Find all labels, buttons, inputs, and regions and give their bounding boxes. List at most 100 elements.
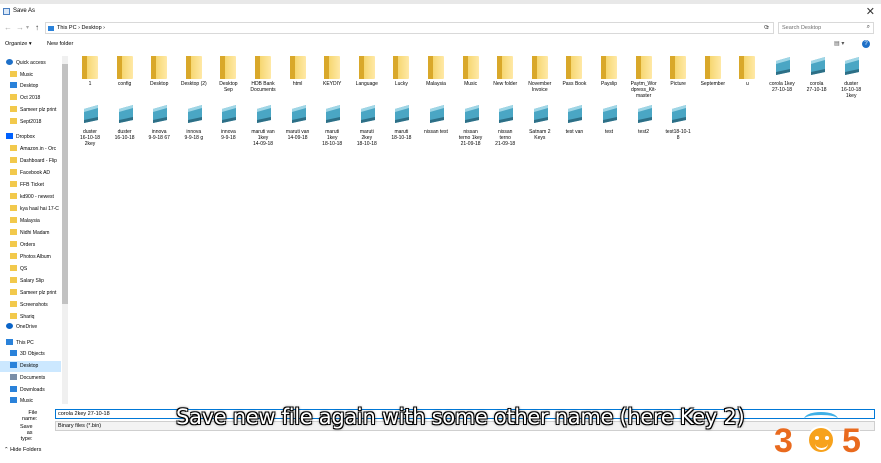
bin-file-item[interactable]: test2 <box>626 104 662 135</box>
folder-icon <box>255 56 271 79</box>
folder-item[interactable]: Pass Book <box>556 56 592 87</box>
folder-item[interactable]: KEYDIY <box>314 56 350 87</box>
folder-icon <box>10 169 17 175</box>
folder-item[interactable]: Music <box>453 56 489 87</box>
refresh-icon[interactable]: ⟳ <box>764 24 769 31</box>
sidebar-item-label: Desktop <box>20 363 39 369</box>
view-options-icon[interactable]: ▤ ▾ <box>834 40 844 47</box>
bin-file-item[interactable]: test <box>591 104 627 135</box>
bin-file-item[interactable]: test18-10-1 8 <box>660 104 696 141</box>
sidebar-item[interactable]: QS <box>0 264 61 275</box>
bin-file-item[interactable]: maruti 18-10-18 <box>383 104 419 141</box>
bin-file-item[interactable]: nissan terno 1key 21-09-18 <box>453 104 489 148</box>
bin-file-item[interactable]: nissan test <box>418 104 454 135</box>
forward-arrow-icon[interactable]: → <box>16 23 24 32</box>
bin-file-item[interactable]: maruti van 14-09-18 <box>280 104 316 141</box>
bin-file-item[interactable]: innova 9-9-18 <box>210 104 246 141</box>
sidebar-item[interactable]: kd900 - newest <box>0 192 61 203</box>
navigation-pane[interactable]: Quick access Music Desktop Oct 2018 Sameer p… <box>0 56 68 404</box>
bin-file-item[interactable]: duster 16-10-18 2key <box>72 104 108 148</box>
sidebar-item[interactable]: Malaysia <box>0 216 61 227</box>
bin-file-item[interactable]: maruti van 1key 14-09-18 <box>245 104 281 148</box>
folder-item[interactable]: November Invoice <box>522 56 558 93</box>
sidebar-item[interactable]: kya haal hai 17-C <box>0 204 61 215</box>
bin-file-item[interactable]: maruti 1key 18-10-18 <box>314 104 350 148</box>
bin-file-item[interactable]: innova 9-9-18 g <box>176 104 212 141</box>
folder-item[interactable]: u <box>729 56 765 87</box>
bin-file-item[interactable]: duster 16-10-18 <box>107 104 143 141</box>
sidebar-item[interactable]: Screenshots <box>0 300 61 311</box>
nav-scroll-thumb[interactable] <box>62 64 68 304</box>
sidebar-item[interactable]: Photos Album <box>0 252 61 263</box>
bin-file-item[interactable]: innova 9-9-18 67 <box>141 104 177 141</box>
bin-file-icon <box>117 104 133 127</box>
sidebar-item[interactable]: FFB Ticket <box>0 180 61 191</box>
sidebar-item[interactable]: Facebook AD <box>0 168 61 179</box>
address-field[interactable]: This PC › Desktop › ⌄ <box>45 22 774 34</box>
window-title: Save As <box>13 8 36 14</box>
sidebar-item[interactable]: Oct 2018 <box>0 93 61 104</box>
breadcrumb[interactable]: This PC › Desktop › <box>57 25 105 31</box>
organize-button[interactable]: Organize ▾ <box>5 41 32 47</box>
bin-file-icon <box>82 104 98 127</box>
folder-item[interactable]: Desktop <box>141 56 177 87</box>
folder-item[interactable]: HDB Bank Documents <box>245 56 281 93</box>
search-input[interactable]: Search Desktop ⌕ <box>778 22 874 34</box>
hide-folders-button[interactable]: ⌃ Hide Folders <box>4 447 41 453</box>
bin-file-item[interactable]: test van <box>556 104 592 135</box>
sidebar-item[interactable]: Dropbox <box>0 132 61 143</box>
file-list[interactable]: 1 config Desktop Desktop (2) Desktop Sep HDB … <box>72 54 872 404</box>
sidebar-item[interactable]: Music <box>0 396 61 404</box>
sidebar-item[interactable]: Documents <box>0 373 61 384</box>
folder-item[interactable]: Language <box>349 56 385 87</box>
folder-item[interactable]: September <box>695 56 731 87</box>
sidebar-item[interactable]: Desktop <box>0 81 61 92</box>
new-folder-button[interactable]: New folder <box>47 41 73 47</box>
file-label: Desktop Sep <box>219 81 238 94</box>
sidebar-item[interactable]: Downloads <box>0 385 61 396</box>
sidebar-item[interactable]: Sameer plz print <box>0 105 61 116</box>
sidebar-item[interactable]: Salary Slip <box>0 276 61 287</box>
folder-item[interactable]: Lucky <box>383 56 419 87</box>
folder-item[interactable]: Payslip <box>591 56 627 87</box>
sidebar-item[interactable]: This PC <box>0 338 61 349</box>
folder-item[interactable]: Desktop Sep <box>210 56 246 93</box>
sidebar-item[interactable]: Dashboard - Flip <box>0 156 61 167</box>
folder-item[interactable]: Picture <box>660 56 696 87</box>
bin-file-item[interactable]: maruti 2key 18-10-18 <box>349 104 385 148</box>
bin-file-icon <box>601 104 617 127</box>
bin-file-item[interactable]: Satnam 2 Keys <box>522 104 558 141</box>
back-arrow-icon[interactable]: ← <box>4 23 12 32</box>
sidebar-item[interactable]: Sameer plz print <box>0 288 61 299</box>
folder-item[interactable]: New folder <box>487 56 523 87</box>
sidebar-item[interactable]: Quick access <box>0 58 61 69</box>
file-label: test <box>604 129 614 135</box>
folder-item[interactable]: config <box>107 56 143 87</box>
folder-icon <box>116 56 133 79</box>
sidebar-item[interactable]: 3D Objects <box>0 349 61 360</box>
sidebar-item[interactable]: OneDrive <box>0 322 61 333</box>
up-arrow-icon[interactable]: ↑ <box>35 23 39 32</box>
close-icon[interactable]: ✕ <box>866 5 875 18</box>
sidebar-item[interactable]: Nidhi Madam <box>0 228 61 239</box>
sidebar-item[interactable]: Music <box>0 70 61 81</box>
folder-item[interactable]: html <box>280 56 316 87</box>
help-icon[interactable]: ? <box>862 40 870 48</box>
folder-item[interactable]: 1 <box>72 56 108 87</box>
sidebar-item[interactable]: Desktop <box>0 361 61 372</box>
logo-wave-icon <box>804 412 838 426</box>
file-label: Music <box>464 81 478 87</box>
sidebar-item[interactable]: Amazon.in - Orc <box>0 144 61 155</box>
sidebar-item[interactable]: Sept2018 <box>0 117 61 128</box>
file-label: nissan terno 1key 21-09-18 <box>458 129 483 148</box>
folder-item[interactable]: Malaysia <box>418 56 454 87</box>
bin-file-item[interactable]: duster 16-10-18 1key <box>833 56 869 100</box>
bin-file-item[interactable]: corola 27-10-18 <box>799 56 835 93</box>
folder-item[interactable]: Paytm_Wor dpress_Kit- master <box>626 56 662 100</box>
folder-item[interactable]: Desktop (2) <box>176 56 212 87</box>
file-label: November Invoice <box>528 81 552 94</box>
bin-file-item[interactable]: corola 1key 27-10-18 <box>764 56 800 93</box>
recent-dropdown-icon[interactable]: ▾ <box>26 24 29 31</box>
bin-file-item[interactable]: nissan terno 21-09-18 <box>487 104 523 148</box>
sidebar-item[interactable]: Orders <box>0 240 61 251</box>
